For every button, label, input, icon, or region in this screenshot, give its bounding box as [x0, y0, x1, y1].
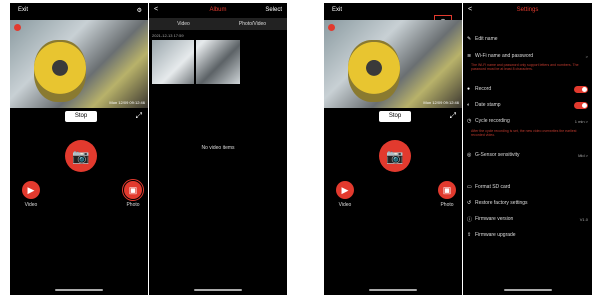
- settings-row-edit-name[interactable]: ✎ Edit name: [467, 33, 588, 45]
- stop-button[interactable]: Stop: [379, 111, 411, 122]
- camera-preview: Mon 12/09 09:12:46: [10, 20, 148, 108]
- photo-button-label: Photo: [440, 202, 454, 208]
- album-date: 2021-12-13 17:59: [152, 33, 184, 38]
- photo-album-button[interactable]: ▣: [122, 179, 144, 201]
- album-screen: < Album Select Video Photo/Video 2021-12…: [149, 3, 287, 295]
- row-label: Restore factory settings: [475, 200, 528, 206]
- upgrade-icon: ⇪: [467, 232, 472, 238]
- stop-button[interactable]: Stop: [65, 111, 97, 122]
- tab-photo-video[interactable]: Photo/Video: [218, 18, 287, 30]
- cycle-note: After the cycle recording is set, the ne…: [471, 129, 577, 137]
- capture-button[interactable]: 📷: [379, 140, 411, 172]
- row-label: Format SD card: [475, 184, 511, 190]
- exit-label[interactable]: Exit: [18, 7, 28, 13]
- chevron-right-icon: >: [585, 53, 588, 59]
- row-value: V1.0: [579, 216, 588, 222]
- video-button[interactable]: ▶: [22, 181, 40, 199]
- row-label: Date stamp: [475, 102, 501, 108]
- home-indicator: [55, 289, 103, 291]
- row-label: Firmware upgrade: [475, 232, 516, 238]
- home-indicator: [194, 289, 242, 291]
- settings-row-firmware-upgrade[interactable]: ⇪ Firmware upgrade: [467, 229, 588, 241]
- settings-screen: < Settings ✎ Edit name ≋ Wi-Fi name and …: [463, 3, 592, 295]
- row-label: Wi-Fi name and password: [475, 53, 534, 59]
- settings-row-restore[interactable]: ↺ Restore factory settings: [467, 197, 588, 209]
- capture-button[interactable]: 📷: [65, 140, 97, 172]
- record-icon: ●: [467, 86, 471, 92]
- date-stamp-toggle[interactable]: [574, 101, 588, 109]
- preview-image: [348, 40, 400, 102]
- row-label: Cycle recording: [475, 118, 510, 124]
- tab-video[interactable]: Video: [149, 18, 218, 30]
- row-value: 1 min >: [574, 118, 588, 124]
- sensor-icon: ◎: [467, 152, 472, 158]
- album-tabs: Video Photo/Video: [149, 18, 287, 30]
- record-toggle[interactable]: [574, 85, 588, 93]
- home-indicator: [503, 289, 552, 291]
- date-icon: ◐: [467, 102, 471, 108]
- info-icon: ⓘ: [467, 216, 473, 223]
- empty-text: No video items: [201, 145, 235, 151]
- settings-row-format-sd[interactable]: ▭ Format SD card: [467, 181, 588, 193]
- record-indicator-icon: [328, 24, 335, 31]
- live-view-screen: Exit ⚙ Mon 12/09 09:12:46 Stop ⤢ 📷 ▶ Vid…: [10, 3, 148, 295]
- settings-row-cycle-recording[interactable]: ◷ Cycle recording 1 min >: [467, 115, 588, 127]
- preview-image: [34, 40, 86, 102]
- settings-gear-icon[interactable]: ⚙: [137, 7, 142, 14]
- row-label: Record: [475, 86, 492, 92]
- record-indicator-icon: [14, 24, 21, 31]
- exit-label[interactable]: Exit: [332, 7, 342, 13]
- row-label: Edit name: [475, 36, 498, 42]
- row-value: Mid >: [578, 152, 588, 158]
- video-button-label: Video: [24, 202, 38, 208]
- settings-row-record[interactable]: ● Record: [467, 83, 588, 95]
- fullscreen-icon[interactable]: ⤢: [136, 111, 142, 121]
- settings-row-wifi[interactable]: ≋ Wi-Fi name and password >: [467, 50, 588, 62]
- settings-row-gsensor[interactable]: ◎ G-Sensor sensitivity Mid >: [467, 149, 588, 161]
- restore-icon: ↺: [467, 200, 472, 206]
- row-label: G-Sensor sensitivity: [475, 152, 520, 158]
- clock-icon: ◷: [467, 118, 472, 124]
- settings-row-date-stamp[interactable]: ◐ Date stamp: [467, 99, 588, 111]
- video-button[interactable]: ▶: [336, 181, 354, 199]
- preview-timestamp: Mon 12/09 09:12:46: [109, 100, 145, 105]
- preview-timestamp: Mon 12/09 09:12:46: [423, 100, 459, 105]
- live-view-screen-2: Exit ⚙ Mon 12/09 09:12:46 Stop ⤢ 📷 ▶ Vid…: [324, 3, 462, 295]
- settings-title: Settings: [516, 7, 539, 13]
- settings-row-firmware-version: ⓘ Firmware version V1.0: [467, 213, 588, 225]
- fullscreen-icon[interactable]: ⤢: [450, 111, 456, 121]
- video-button-label: Video: [338, 202, 352, 208]
- sd-card-icon: ▭: [467, 184, 472, 190]
- wifi-icon: ≋: [467, 53, 472, 59]
- camera-preview: Mon 12/09 09:12:46: [324, 20, 462, 108]
- photo-button-label: Photo: [126, 202, 140, 208]
- photo-album-button[interactable]: ▣: [438, 181, 456, 199]
- edit-icon: ✎: [467, 36, 472, 42]
- row-label: Firmware version: [475, 216, 514, 222]
- wifi-note: The Wi-Fi name and password only support…: [471, 63, 579, 71]
- photo-thumbnail[interactable]: [152, 40, 240, 84]
- home-indicator: [369, 289, 417, 291]
- select-button[interactable]: Select: [265, 7, 282, 13]
